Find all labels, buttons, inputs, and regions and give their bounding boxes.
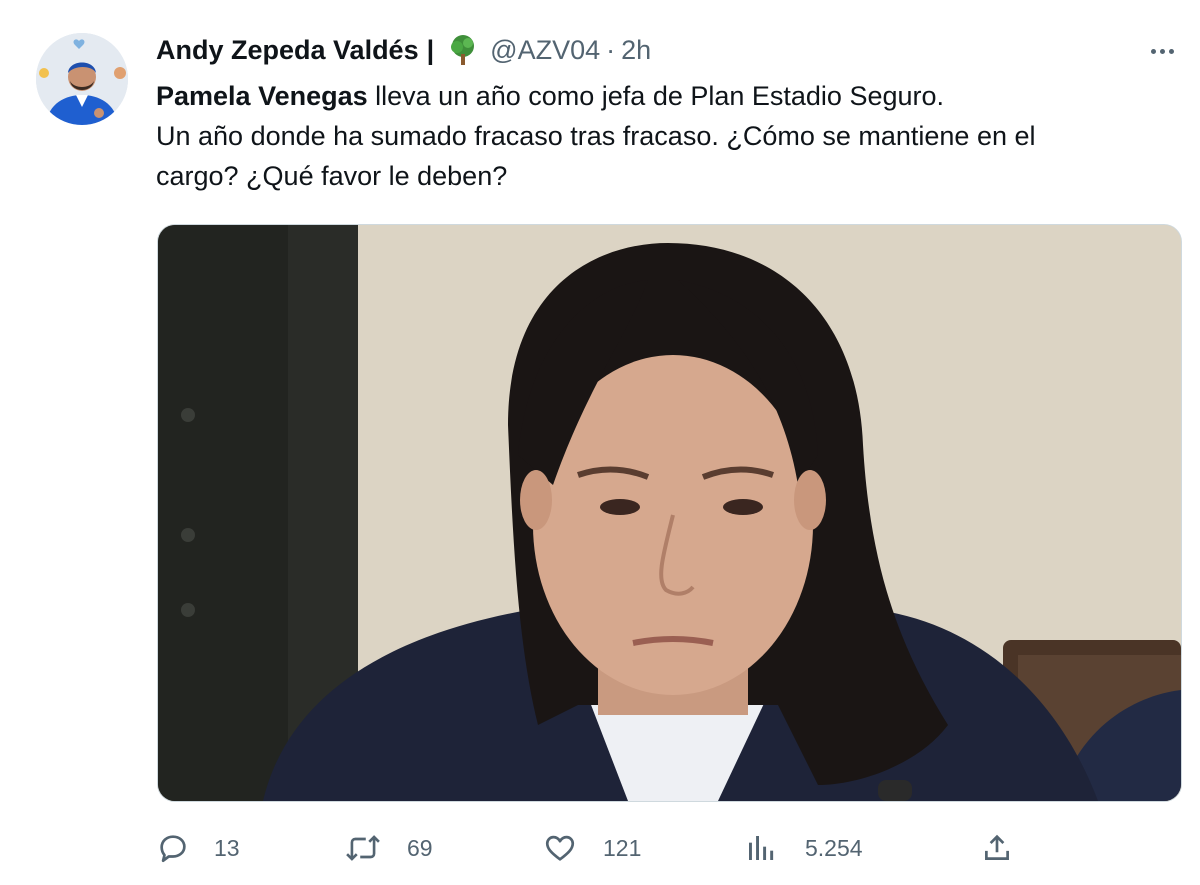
tweet-time[interactable]: 2h — [621, 35, 651, 66]
heart-icon — [545, 835, 575, 861]
retweet-button[interactable]: 69 — [345, 826, 433, 870]
tweet-text-line-3: cargo? ¿Qué favor le deben? — [156, 161, 508, 191]
share-icon — [985, 834, 1009, 860]
reply-icon — [160, 835, 186, 863]
tweet-text-line-2: Un año donde ha sumado fracaso tras frac… — [156, 121, 1036, 151]
author-avatar[interactable] — [36, 33, 128, 125]
like-count: 121 — [603, 834, 642, 861]
tweet-photo[interactable] — [157, 224, 1182, 802]
tweet-text: Pamela Venegas lleva un año como jefa de… — [156, 76, 1176, 196]
name-separator: | — [426, 34, 435, 65]
more-icon[interactable] — [1142, 36, 1182, 66]
views-icon — [749, 836, 774, 860]
tweet-header: Andy Zepeda Valdés | @AZV04 · 2h — [156, 30, 651, 70]
tweet-text-line-1-rest: lleva un año como jefa de Plan Estadio S… — [367, 81, 945, 111]
reply-count: 13 — [214, 834, 240, 861]
views-count: 5.254 — [805, 834, 863, 861]
retweet-icon — [346, 835, 380, 861]
author-handle[interactable]: @AZV04 — [490, 35, 600, 66]
header-dot: · — [606, 34, 616, 65]
retweet-count: 69 — [407, 834, 433, 861]
like-button[interactable]: 121 — [543, 826, 641, 870]
mention-link[interactable]: Pamela Venegas — [156, 81, 368, 111]
views-button[interactable]: 5.254 — [745, 826, 863, 870]
tree-emoji-icon — [446, 33, 480, 67]
tweet-text-line-1: Pamela Venegas lleva un año como jefa de… — [156, 76, 1176, 116]
share-button[interactable] — [980, 826, 1014, 870]
author-name[interactable]: Andy Zepeda Valdés — [156, 35, 419, 66]
tweet: Andy Zepeda Valdés | @AZV04 · 2h Pamela … — [0, 0, 1200, 885]
reply-button[interactable]: 13 — [156, 826, 240, 870]
